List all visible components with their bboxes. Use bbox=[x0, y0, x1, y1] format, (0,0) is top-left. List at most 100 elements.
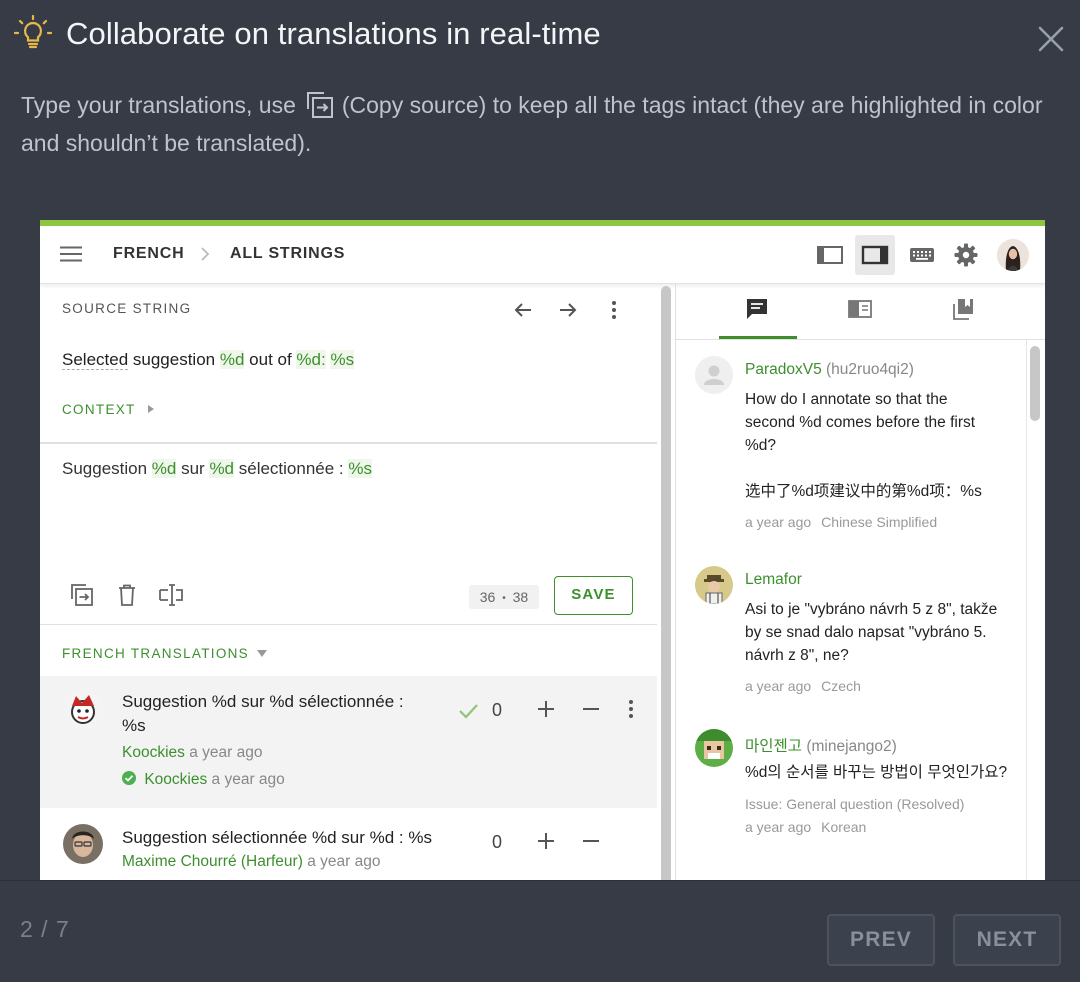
comment-text: How do I annotate so that the second %d … bbox=[745, 388, 1015, 503]
copy-source-icon[interactable] bbox=[69, 582, 95, 608]
divider bbox=[40, 442, 657, 444]
suggestion-time: a year ago bbox=[189, 744, 263, 761]
caret-down-icon bbox=[256, 650, 267, 657]
more-vert-icon[interactable] bbox=[620, 698, 642, 720]
translation-text-part: sélectionnée : bbox=[234, 459, 349, 478]
placeholder-tag: %d bbox=[151, 459, 177, 478]
divider bbox=[676, 339, 1045, 340]
approve-check-icon[interactable] bbox=[457, 700, 479, 722]
source-term[interactable]: Selected bbox=[62, 350, 129, 370]
left-scrollbar[interactable] bbox=[661, 286, 671, 880]
avatar-image bbox=[695, 729, 733, 767]
comment-meta: a year ago Chinese Simplified bbox=[745, 514, 937, 530]
character-counter: 36 • 38 bbox=[469, 585, 539, 609]
comment-author[interactable]: ParadoxV5 bbox=[745, 361, 822, 378]
comment-line: návrh z 8", ne? bbox=[745, 647, 849, 664]
description-part-1: Type your translations, use bbox=[21, 92, 296, 118]
context-label: CONTEXT bbox=[62, 402, 136, 417]
comment-time: a year ago bbox=[745, 819, 812, 835]
approval-time: a year ago bbox=[211, 771, 285, 788]
comments-tab-icon[interactable] bbox=[744, 296, 770, 322]
comment-line-blank bbox=[745, 457, 1015, 480]
user-avatar-image bbox=[997, 239, 1029, 271]
suggestion-author-line: Koockies a year ago bbox=[122, 744, 262, 762]
suggestion-author[interactable]: Koockies bbox=[122, 744, 185, 761]
comment-author-line: 마인젠고 (minejango2) bbox=[745, 734, 897, 756]
upvote-icon[interactable] bbox=[535, 698, 557, 720]
close-icon[interactable] bbox=[1034, 22, 1068, 56]
comment-line: %d? bbox=[745, 437, 777, 454]
dialog-description: Type your translations, use (Copy source… bbox=[21, 86, 1061, 162]
comment-line: How do I annotate so that the bbox=[745, 391, 948, 408]
comment-line: second %d comes before the first bbox=[745, 414, 976, 431]
save-button[interactable]: SAVE bbox=[554, 576, 633, 615]
suggestion-text-line: %s bbox=[122, 716, 146, 735]
page-indicator: 2 / 7 bbox=[20, 916, 70, 942]
avatar-image bbox=[695, 566, 733, 604]
editor-topbar: FRENCH ALL STRINGS bbox=[40, 226, 1045, 284]
suggestion-author[interactable]: Maxime Chourré (Harfeur) bbox=[122, 853, 303, 870]
user-avatar[interactable] bbox=[997, 239, 1029, 271]
breadcrumb-all-strings[interactable]: ALL STRINGS bbox=[230, 245, 345, 263]
source-text-part: suggestion bbox=[128, 350, 220, 369]
approver-name[interactable]: Koockies bbox=[144, 771, 207, 788]
comment-text: Asi to je "vybráno návrh 5 z 8", takže b… bbox=[745, 598, 1015, 667]
chevron-right-icon bbox=[201, 247, 210, 261]
suggestion-text[interactable]: Suggestion sélectionnée %d sur %d : %s bbox=[122, 826, 432, 850]
downvote-icon[interactable] bbox=[580, 698, 602, 720]
comment-meta: a year ago Korean bbox=[745, 819, 866, 835]
split-layout-icon[interactable] bbox=[860, 240, 890, 270]
translation-input[interactable]: Suggestion %d sur %d sélectionnée : %s bbox=[62, 459, 372, 479]
placeholder-tag: %d bbox=[219, 350, 245, 369]
downvote-icon[interactable] bbox=[580, 830, 602, 852]
avatar-image bbox=[63, 690, 103, 730]
dialog-footer: 2 / 7 PREV NEXT bbox=[0, 880, 1080, 982]
vote-count: 0 bbox=[492, 700, 503, 720]
more-vert-icon[interactable] bbox=[602, 298, 626, 322]
placeholder-tag: %d bbox=[209, 459, 235, 478]
placeholder-tag: %s bbox=[330, 350, 355, 369]
placeholder-tag: %s bbox=[348, 459, 372, 478]
breadcrumb-language[interactable]: FRENCH bbox=[113, 245, 184, 263]
translation-text-part: Suggestion bbox=[62, 459, 152, 478]
context-toggle[interactable]: CONTEXT bbox=[62, 402, 156, 417]
comment-language: Chinese Simplified bbox=[821, 514, 938, 530]
comment-author[interactable]: 마인젠고 bbox=[745, 738, 802, 755]
comment-issue-status: Issue: General question (Resolved) bbox=[745, 796, 965, 812]
translation-text-part: sur bbox=[176, 459, 210, 478]
delete-icon[interactable] bbox=[114, 582, 140, 608]
arrow-left-icon[interactable] bbox=[511, 298, 535, 322]
sidebar-layout-icon[interactable] bbox=[815, 240, 845, 270]
comment-language: Korean bbox=[821, 819, 867, 835]
keyboard-icon[interactable] bbox=[907, 240, 937, 270]
prev-button[interactable]: PREV bbox=[827, 914, 935, 966]
comment-meta: a year ago Czech bbox=[745, 678, 861, 694]
avatar bbox=[695, 566, 733, 604]
menu-icon[interactable] bbox=[60, 246, 82, 262]
caret-right-icon bbox=[148, 405, 155, 413]
upvote-icon[interactable] bbox=[535, 830, 557, 852]
comment-time: a year ago bbox=[745, 514, 812, 530]
gear-icon[interactable] bbox=[951, 240, 981, 270]
counter-translation: 36 bbox=[479, 589, 496, 605]
suggestion-row[interactable]: Suggestion %d sur %d sélectionnée : %s K… bbox=[40, 676, 657, 808]
suggestion-time: a year ago bbox=[307, 853, 381, 870]
comment-line: Asi to je "vybráno návrh 5 z 8", takže bbox=[745, 601, 998, 618]
text-cursor-icon[interactable] bbox=[158, 582, 184, 608]
comment-author[interactable]: Lemafor bbox=[745, 571, 802, 589]
tm-tab-icon[interactable] bbox=[950, 296, 976, 322]
suggestion-author-line: Maxime Chourré (Harfeur) a year ago bbox=[122, 853, 380, 871]
arrow-right-icon[interactable] bbox=[556, 298, 580, 322]
translations-header[interactable]: FRENCH TRANSLATIONS bbox=[62, 646, 267, 661]
source-string-label: SOURCE STRING bbox=[62, 301, 192, 316]
next-button[interactable]: NEXT bbox=[953, 914, 1061, 966]
comment-language: Czech bbox=[821, 678, 861, 694]
editor-screenshot: FRENCH ALL STRINGS SOURCE STRING Selecte… bbox=[40, 220, 1045, 880]
approved-check-icon bbox=[122, 771, 136, 785]
copy-source-icon bbox=[306, 92, 333, 118]
avatar bbox=[695, 729, 733, 767]
counter-separator: • bbox=[502, 593, 506, 604]
glossary-tab-icon[interactable] bbox=[847, 296, 873, 322]
dialog-header: Collaborate on translations in real-time bbox=[0, 0, 1080, 70]
right-scrollbar[interactable] bbox=[1030, 346, 1040, 421]
